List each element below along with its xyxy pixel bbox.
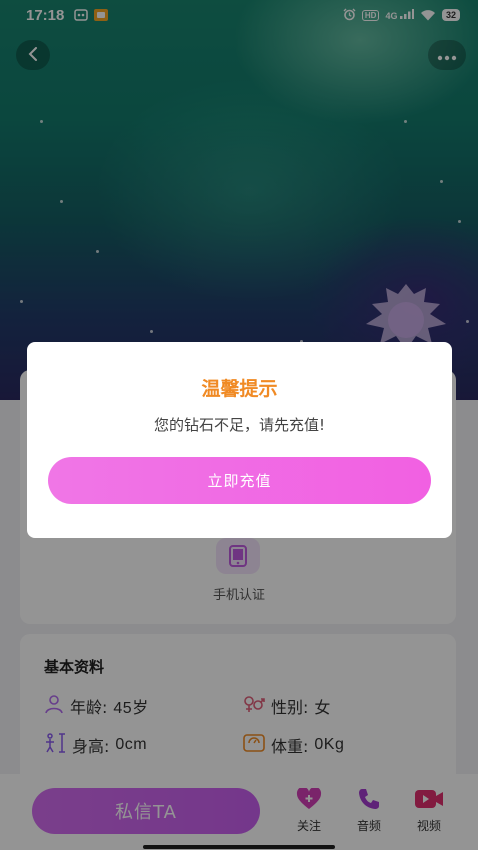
dialog-title: 温馨提示 [201, 378, 278, 400]
dialog-message: 您的钻石不足，请先充值! [153, 416, 325, 434]
insufficient-diamonds-dialog: 温馨提示 您的钻石不足，请先充值! 立即充值 [27, 342, 452, 538]
recharge-now-button[interactable]: 立即充值 [48, 457, 431, 504]
